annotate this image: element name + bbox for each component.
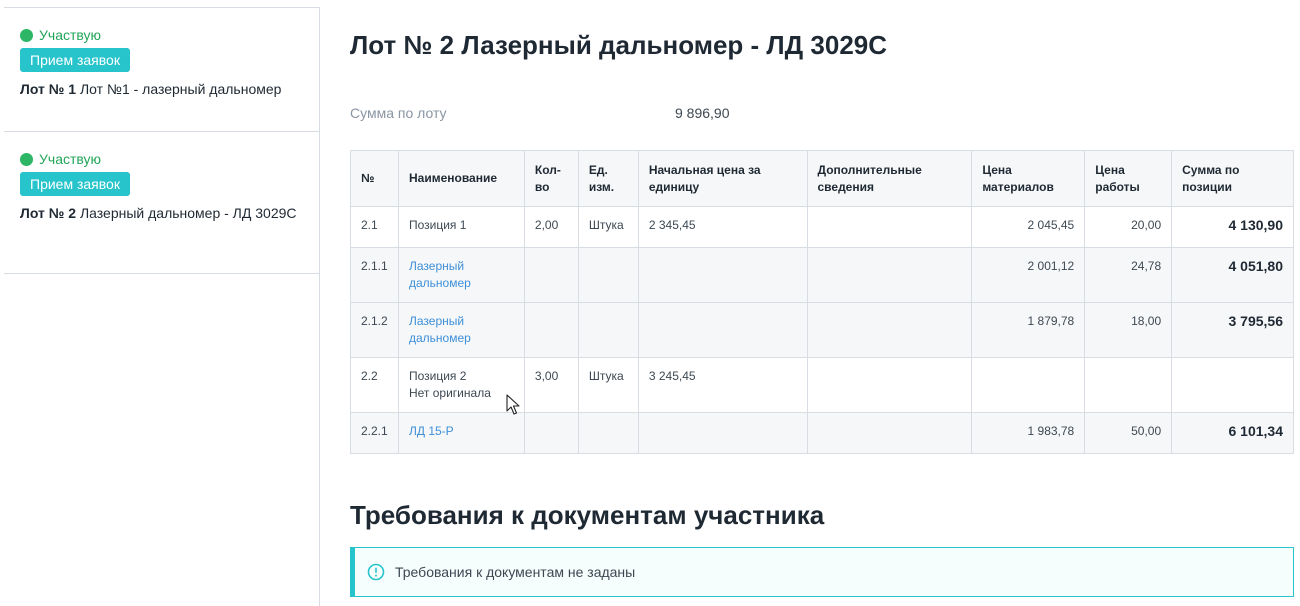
cell-work — [1084, 357, 1173, 413]
position-name: Позиция 2 — [408, 369, 467, 383]
cell-qty — [523, 302, 579, 358]
cell-work: 50,00 — [1084, 412, 1173, 454]
cell-total — [1171, 357, 1294, 413]
column-header-materials: Цена материалов — [971, 150, 1086, 207]
cell-materials: 1 983,78 — [971, 412, 1086, 454]
cell-number: 2.2 — [350, 357, 399, 413]
cell-work: 18,00 — [1084, 302, 1173, 358]
participation-status: Участвую — [20, 150, 303, 168]
info-icon — [367, 563, 385, 581]
requirements-notice: Требования к документам не заданы — [350, 547, 1294, 597]
lot-details: Лот № 2 Лазерный дальномер - ЛД 3029С Су… — [350, 0, 1296, 606]
table-row: 2.1.2 Лазерный дальномер 1 879,78 18,00 … — [350, 302, 1294, 358]
lot-name: Лот №1 - лазерный дальномер — [79, 81, 282, 97]
cell-unit-price: 2 345,45 — [637, 206, 808, 248]
column-header-extra: Дополнительные сведения — [806, 150, 973, 207]
cell-total: 4 051,80 — [1171, 247, 1294, 303]
requirements-title: Требования к документам участника — [350, 500, 825, 530]
lot-name: Лазерный дальномер - ЛД 3029С — [79, 205, 297, 221]
cell-extra — [806, 412, 973, 454]
cell-unit: Штука — [577, 357, 639, 413]
cell-number: 2.1 — [350, 206, 399, 248]
cell-qty — [523, 247, 579, 303]
product-link[interactable]: Лазерный дальномер — [409, 259, 471, 290]
cell-name: Лазерный дальномер — [397, 302, 525, 358]
lot-card-1[interactable]: Участвую Прием заявок Лот № 1 Лот №1 - л… — [4, 7, 320, 132]
cell-qty — [523, 412, 579, 454]
cell-name: ЛД 15-Р — [397, 412, 525, 454]
cell-materials: 2 045,45 — [971, 206, 1086, 248]
table-row: 2.2.1 ЛД 15-Р 1 983,78 50,00 6 101,34 — [350, 412, 1294, 454]
cell-materials: 2 001,12 — [971, 247, 1086, 303]
lot-sum: Сумма по лоту 9 896,90 — [350, 105, 950, 123]
cell-materials: 1 879,78 — [971, 302, 1086, 358]
product-link[interactable]: Лазерный дальномер — [409, 314, 471, 345]
stage-badge: Прием заявок — [20, 48, 130, 72]
column-header-work: Цена работы — [1084, 150, 1173, 207]
lot-title[interactable]: Лот № 2 Лазерный дальномер - ЛД 3029С — [20, 204, 300, 223]
status-dot-icon — [20, 152, 33, 166]
cell-unit-price: 3 245,45 — [637, 357, 808, 413]
cell-unit — [577, 412, 639, 454]
table-row: 2.1.1 Лазерный дальномер 2 001,12 24,78 … — [350, 247, 1294, 303]
positions-table: № Наименование Кол-во Ед. изм. Начальная… — [350, 150, 1294, 454]
page-title: Лот № 2 Лазерный дальномер - ЛД 3029С — [350, 30, 888, 60]
column-header-unit: Ед. изм. — [577, 150, 639, 207]
table-row: 2.1 Позиция 1 2,00 Штука 2 345,45 2 045,… — [350, 206, 1294, 248]
participation-status: Участвую — [20, 26, 303, 44]
cell-unit-price — [637, 412, 808, 454]
cell-total: 3 795,56 — [1171, 302, 1294, 358]
cell-name: Позиция 1 — [397, 206, 525, 248]
table-row: 2.2 Позиция 2 Нет оригинала 3,00 Штука 3… — [350, 357, 1294, 413]
column-header-name: Наименование — [397, 150, 525, 207]
column-header-qty: Кол-во — [523, 150, 579, 207]
sidebar-empty-area — [4, 274, 320, 606]
cell-unit: Штука — [577, 206, 639, 248]
column-header-number: № — [350, 150, 399, 207]
cell-unit — [577, 302, 639, 358]
lot-sum-value: 9 896,90 — [675, 105, 730, 121]
lot-number: Лот № 2 — [20, 205, 77, 221]
cell-number: 2.1.1 — [350, 247, 399, 303]
status-label: Участвую — [39, 27, 102, 43]
cell-extra — [806, 302, 973, 358]
product-link[interactable]: ЛД 15-Р — [409, 424, 454, 438]
status-label: Участвую — [39, 151, 102, 167]
cell-unit-price — [637, 247, 808, 303]
cell-total: 6 101,34 — [1171, 412, 1294, 454]
lots-sidebar: Участвую Прием заявок Лот № 1 Лот №1 - л… — [4, 7, 320, 606]
cell-name: Лазерный дальномер — [397, 247, 525, 303]
status-dot-icon — [20, 28, 33, 42]
position-note: Нет оригинала — [408, 386, 491, 400]
lot-title[interactable]: Лот № 1 Лот №1 - лазерный дальномер — [20, 80, 300, 99]
cell-materials — [971, 357, 1086, 413]
cell-unit-price — [637, 302, 808, 358]
cell-extra — [806, 357, 973, 413]
stage-badge: Прием заявок — [20, 172, 130, 196]
lot-sum-label: Сумма по лоту — [350, 105, 447, 121]
column-header-total: Сумма по позиции — [1171, 150, 1294, 207]
requirements-notice-text: Требования к документам не заданы — [395, 564, 636, 580]
cell-qty: 3,00 — [523, 357, 579, 413]
cell-number: 2.1.2 — [350, 302, 399, 358]
cell-extra — [806, 206, 973, 248]
cell-extra — [806, 247, 973, 303]
mouse-cursor-icon — [506, 394, 520, 415]
cell-work: 20,00 — [1084, 206, 1173, 248]
column-header-unit-price: Начальная цена за единицу — [637, 150, 808, 207]
cell-qty: 2,00 — [523, 206, 579, 248]
cell-work: 24,78 — [1084, 247, 1173, 303]
cell-total: 4 130,90 — [1171, 206, 1294, 248]
lot-number: Лот № 1 — [20, 81, 77, 97]
lot-card-2[interactable]: Участвую Прием заявок Лот № 2 Лазерный д… — [4, 132, 320, 274]
cell-number: 2.2.1 — [350, 412, 399, 454]
cell-unit — [577, 247, 639, 303]
table-header-row: № Наименование Кол-во Ед. изм. Начальная… — [350, 150, 1294, 207]
